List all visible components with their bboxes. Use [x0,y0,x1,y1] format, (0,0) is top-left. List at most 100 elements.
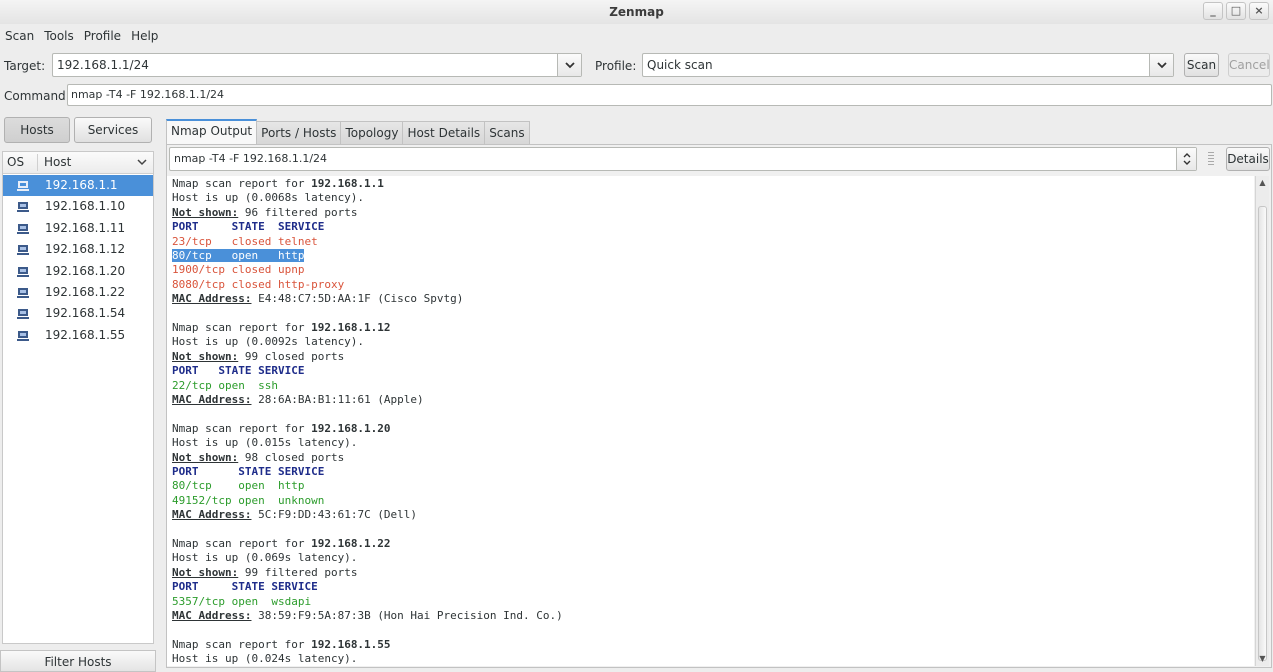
output-segment: 192.168.1.22 [311,537,391,550]
host-row[interactable]: 192.168.1.11 [3,218,153,239]
menu-bar: Scan Tools Profile Help [0,26,163,46]
scan-button[interactable]: Scan [1184,53,1219,77]
output-segment: PORT STATE SERVICE [172,364,305,378]
host-list: OS Host 192.168.1.1 192.168.1.10 192.168.1… [2,151,154,644]
filter-hosts-button[interactable]: Filter Hosts [0,650,156,672]
output-segment: 38:59:F9:5A:87:3B (Hon Hai Precision Ind… [251,609,563,622]
host-ip: 192.168.1.20 [45,263,126,278]
menu-profile[interactable]: Profile [79,26,126,46]
os-unknown-icon [17,201,29,213]
profile-dropdown-button[interactable] [1149,54,1173,76]
output-segment: Host is up (0.069s latency). [172,551,358,565]
output-line: Nmap scan report for 192.168.1.55 [172,638,391,652]
output-line: PORT STATE SERVICE [172,465,324,479]
column-host[interactable]: Host [44,152,71,173]
output-scrollbar[interactable]: ▲ ▼ [1255,176,1269,666]
tab-topology[interactable]: Topology [340,121,404,145]
cancel-button[interactable]: Cancel [1228,53,1270,77]
output-line: Nmap scan report for 192.168.1.1 [172,177,384,191]
os-unknown-icon [17,287,29,298]
close-button[interactable]: × [1249,2,1269,20]
output-segment: Nmap scan report for [172,321,312,334]
output-segment: 5C:F9:DD:43:61:7C (Dell) [251,508,418,522]
os-unknown-icon [17,308,29,320]
target-dropdown-button[interactable] [557,54,581,76]
command-value[interactable]: nmap -T4 -F 192.168.1.1/24 [71,85,224,105]
output-line: Host is up (0.069s latency). [172,551,357,565]
output-segment: Nmap scan report for [172,537,312,550]
grip-icon [1208,152,1214,165]
services-button[interactable]: Services [74,117,152,143]
output-selector[interactable]: nmap -T4 -F 192.168.1.1/24 [169,147,1197,171]
output-segment: 22/tcp open ssh [172,378,278,392]
output-segment: Nmap scan report for [172,421,312,435]
command-input[interactable]: nmap -T4 -F 192.168.1.1/24 [67,84,1272,106]
host-row[interactable]: 192.168.1.12 [3,239,153,260]
host-ip: 192.168.1.1 [45,178,118,192]
target-label: Target: [4,59,46,73]
column-os[interactable]: OS [7,152,24,173]
output-segment: 23/tcp closed telnet [172,234,318,248]
output-line: Nmap scan report for 192.168.1.22 [172,537,391,551]
window-title: Zenmap [609,5,664,19]
output-segment: MAC Address: [172,508,252,522]
output-segment: MAC Address: [172,609,252,622]
menu-help[interactable]: Help [126,26,163,46]
maximize-button[interactable]: □ [1226,2,1246,20]
output-line: 1900/tcp closed upnp [172,263,304,277]
output-segment: Host is up (0.0068s latency). [172,191,365,205]
host-ip: 192.168.1.55 [45,327,126,342]
minimize-button[interactable]: _ [1203,2,1223,20]
host-row[interactable]: 192.168.1.1 [3,175,153,196]
output-segment: 96 filtered ports [238,205,358,219]
output-segment: Not shown: [172,205,239,219]
host-row[interactable]: 192.168.1.54 [3,303,153,324]
profile-combo[interactable]: Quick scan [642,53,1174,77]
tab-host-details[interactable]: Host Details [402,121,486,145]
os-unknown-icon [17,180,29,191]
output-line: Host is up (0.015s latency). [172,436,357,450]
output-segment: Nmap scan report for [172,177,312,190]
target-combo[interactable]: 192.168.1.1/24 [52,53,582,77]
profile-value[interactable]: Quick scan [647,54,713,76]
nmap-output-text[interactable]: Nmap scan report for 192.168.1.1 Host is … [167,176,1254,666]
command-label: Command: [4,89,70,103]
output-line: MAC Address: 5C:F9:DD:43:61:7C (Dell) [172,508,417,522]
tab-nmap-output[interactable]: Nmap Output [166,119,258,144]
output-selector-stepper[interactable] [1176,148,1196,170]
chevron-down-icon[interactable] [137,157,147,167]
host-row[interactable]: 192.168.1.55 [3,325,153,346]
host-row[interactable]: 192.168.1.10 [3,196,153,217]
output-line: 49152/tcp open unknown [172,494,324,508]
output-line: Nmap scan report for 192.168.1.12 [172,321,391,335]
output-segment: PORT STATE SERVICE [172,220,325,234]
hosts-button[interactable]: Hosts [4,117,70,143]
output-segment: 99 filtered ports [238,565,358,579]
output-line: 22/tcp open ssh [172,379,278,393]
details-button[interactable]: Details [1226,147,1270,171]
output-segment: 192.168.1.1 [311,177,384,190]
host-ip: 192.168.1.22 [45,285,126,299]
output-segment: PORT STATE SERVICE [172,580,318,594]
output-line: MAC Address: 28:6A:BA:B1:11:61 (Apple) [172,393,424,407]
scrollbar-thumb[interactable] [1258,206,1267,661]
host-row[interactable]: 192.168.1.22 [3,282,153,303]
output-line: 23/tcp closed telnet [172,235,318,249]
output-line: PORT STATE SERVICE [172,580,318,594]
target-value[interactable]: 192.168.1.1/24 [57,54,149,76]
output-selector-value[interactable]: nmap -T4 -F 192.168.1.1/24 [174,148,327,170]
menu-tools[interactable]: Tools [39,26,79,46]
output-segment: MAC Address: [172,393,252,406]
chevron-down-icon [1156,62,1167,69]
output-line: Not shown: 99 filtered ports [172,566,357,580]
tab-ports-hosts[interactable]: Ports / Hosts [256,121,342,145]
output-segment: 192.168.1.12 [311,321,391,334]
host-row[interactable]: 192.168.1.20 [3,261,153,282]
output-line: Not shown: 96 filtered ports [172,206,357,220]
scroll-up-icon[interactable]: ▲ [1256,176,1269,189]
output-segment: Host is up (0.024s latency). [172,652,358,666]
tab-scans[interactable]: Scans [484,121,530,145]
output-segment: 192.168.1.20 [311,421,391,435]
menu-scan[interactable]: Scan [0,26,39,46]
scroll-down-icon[interactable]: ▼ [1256,652,1269,665]
